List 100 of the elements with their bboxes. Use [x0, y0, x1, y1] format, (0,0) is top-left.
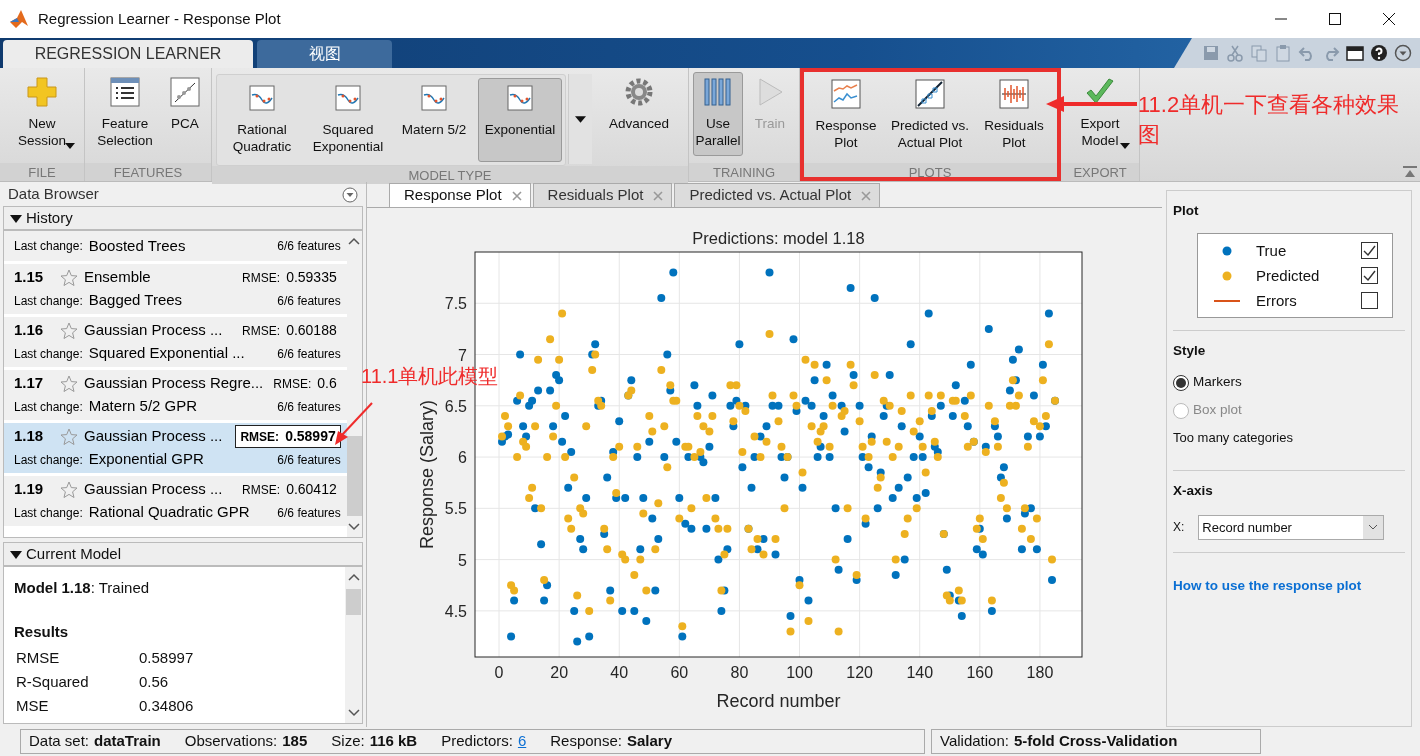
history-item[interactable]: Last change: Boosted Trees 6/6 features: [4, 231, 347, 261]
toolbar-button[interactable]: Response Plot: [810, 74, 882, 158]
model-number: 1.19: [14, 479, 45, 500]
y-axis-label: Response (Salary): [417, 399, 437, 550]
document-tab[interactable]: Predicted vs. Actual Plot: [674, 183, 881, 207]
annotation-text: 11.2单机一下查看各种效果图: [1138, 91, 1401, 149]
window-title: Regression Learner - Response Plot: [38, 8, 281, 29]
model-number: 1.15: [14, 267, 45, 288]
panel-title: Data Browser: [8, 183, 100, 204]
section-label: EXPORT: [1061, 163, 1139, 181]
toolbar-button[interactable]: Export Model: [1065, 72, 1135, 157]
rmse-label: RMSE:: [242, 481, 281, 499]
status-value: Salary: [626, 731, 672, 752]
toolbar-button[interactable]: Predicted vs. Actual Plot: [884, 74, 976, 158]
model-name: Gaussian Process ...: [84, 320, 224, 341]
model-name: Ensemble: [84, 267, 152, 288]
model-name: Gaussian Process Regre...: [84, 373, 264, 394]
field-label: X:: [1173, 519, 1185, 537]
status-label: Size:: [331, 731, 365, 752]
tick-label: 0: [494, 664, 504, 681]
toolbar-button[interactable]: Advanced: [594, 72, 684, 156]
ribbon-tab[interactable]: 视图: [257, 40, 392, 68]
rmse-label: RMSE:: [273, 375, 312, 393]
features-count: 6/6 features: [277, 504, 341, 522]
toolbar-button[interactable]: Exponential: [478, 78, 562, 162]
rmse-label: RMSE:: [240, 428, 280, 446]
document-tab[interactable]: Residuals Plot: [532, 183, 673, 207]
results-heading: Results: [14, 621, 70, 642]
metric-value: 0.56: [139, 671, 169, 692]
model-status: Model 1.18: Trained: [14, 578, 151, 598]
rmse-label: RMSE:: [242, 322, 281, 340]
tick-label: 120: [846, 664, 873, 681]
ribbon-tab[interactable]: REGRESSION LEARNER: [3, 40, 253, 68]
toolbar-button[interactable]: Residuals Plot: [978, 74, 1050, 158]
model-name: Gaussian Process ...: [84, 426, 224, 447]
status-value: 5-fold Cross-Validation: [1013, 731, 1178, 752]
history-item[interactable]: 1.15 Ensemble RMSE: 0.59335 Last change: Bagged Trees 6/6 features: [4, 264, 347, 314]
change-label: Last change:: [14, 398, 83, 416]
toolbar-button[interactable]: Use Parallel: [693, 72, 743, 156]
toolbar-button[interactable]: Matern 5/2: [392, 78, 476, 162]
status-value: 185: [282, 731, 308, 752]
note-text: Too many categories: [1173, 429, 1294, 447]
toolbar-button[interactable]: PCA: [163, 72, 207, 156]
rmse-label: RMSE:: [242, 269, 281, 287]
change-label: Last change:: [14, 504, 83, 522]
tick-label: 6: [458, 449, 467, 467]
rmse-value: 0.58997: [285, 427, 336, 446]
toolbar-button[interactable]: Feature Selection: [89, 72, 161, 156]
history-item[interactable]: 1.18 Gaussian Process ... RMSE: 0.58997 Last change: Exponential GPR 6/6 features: [4, 423, 347, 473]
status-label: Predictors:: [441, 731, 513, 752]
tick-label: 80: [730, 664, 749, 681]
rmse-value: 0.59335: [286, 268, 337, 287]
features-count: 6/6 features: [277, 238, 341, 255]
tick-label: 100: [786, 664, 813, 681]
history-item[interactable]: 1.17 Gaussian Process Regre... RMSE: 0.6 Last change: Matern 5/2 GPR 6/6 features: [4, 370, 347, 420]
section-heading: Style: [1173, 342, 1207, 361]
change-value: Matern 5/2 GPR: [88, 396, 199, 417]
toolbar-button[interactable]: Rational Quadratic: [220, 78, 304, 162]
model-number: 1.18: [14, 426, 45, 447]
tick-label: 7: [458, 346, 467, 364]
section-heading: Plot: [1173, 202, 1200, 220]
section-label: MODEL TYPE: [212, 166, 688, 184]
legend-label: True: [1256, 240, 1287, 261]
section-header: History: [26, 207, 73, 228]
metric-name: R-Squared: [15, 671, 90, 692]
tick-label: 160: [966, 664, 994, 681]
toolbar-button[interactable]: Squared Exponential: [306, 78, 390, 162]
status-label: Observations:: [184, 731, 278, 752]
model-name: Gaussian Process ...: [84, 479, 224, 500]
change-value: Squared Exponential ...: [88, 343, 246, 364]
dropdown-field[interactable]: Record number: [1198, 514, 1385, 540]
x-axis-label: Record number: [716, 691, 841, 711]
change-value: Bagged Trees: [88, 290, 184, 311]
history-item[interactable]: 1.16 Gaussian Process ... RMSE: 0.60188 Last change: Squared Exponential ... 6/6 features: [4, 317, 347, 367]
predictors-link[interactable]: 6: [517, 730, 527, 753]
section-label: FEATURES: [85, 163, 211, 181]
change-label: Last change:: [14, 238, 83, 255]
tick-label: 20: [550, 664, 569, 681]
toolbar-button[interactable]: New Session: [4, 72, 80, 157]
change-label: Last change:: [14, 345, 83, 363]
tick-label: 7.5: [444, 295, 467, 313]
metric-name: RMSE: [15, 647, 61, 668]
tick-label: 5: [458, 551, 467, 569]
metric-value: 0.34806: [139, 695, 194, 716]
status-label: Data set:: [29, 731, 90, 752]
metric-value: 0.58997: [139, 647, 194, 668]
section-header: Current Model: [26, 543, 122, 564]
change-value: Rational Quadratic GPR: [88, 502, 251, 523]
tick-label: 60: [670, 664, 689, 681]
features-count: 6/6 features: [277, 451, 341, 469]
document-tab[interactable]: Response Plot: [389, 183, 531, 207]
status-value: dataTrain: [94, 731, 161, 752]
metric-name: MSE: [15, 695, 50, 716]
model-number: 1.16: [14, 320, 45, 341]
features-count: 6/6 features: [277, 292, 341, 310]
tick-label: 6.5: [444, 397, 467, 415]
help-link[interactable]: How to use the response plot: [1173, 577, 1362, 593]
change-label: Last change:: [14, 451, 83, 469]
status-value: 116 kB: [369, 731, 418, 752]
history-item[interactable]: 1.19 Gaussian Process ... RMSE: 0.60412 Last change: Rational Quadratic GPR 6/6 features: [4, 476, 347, 526]
